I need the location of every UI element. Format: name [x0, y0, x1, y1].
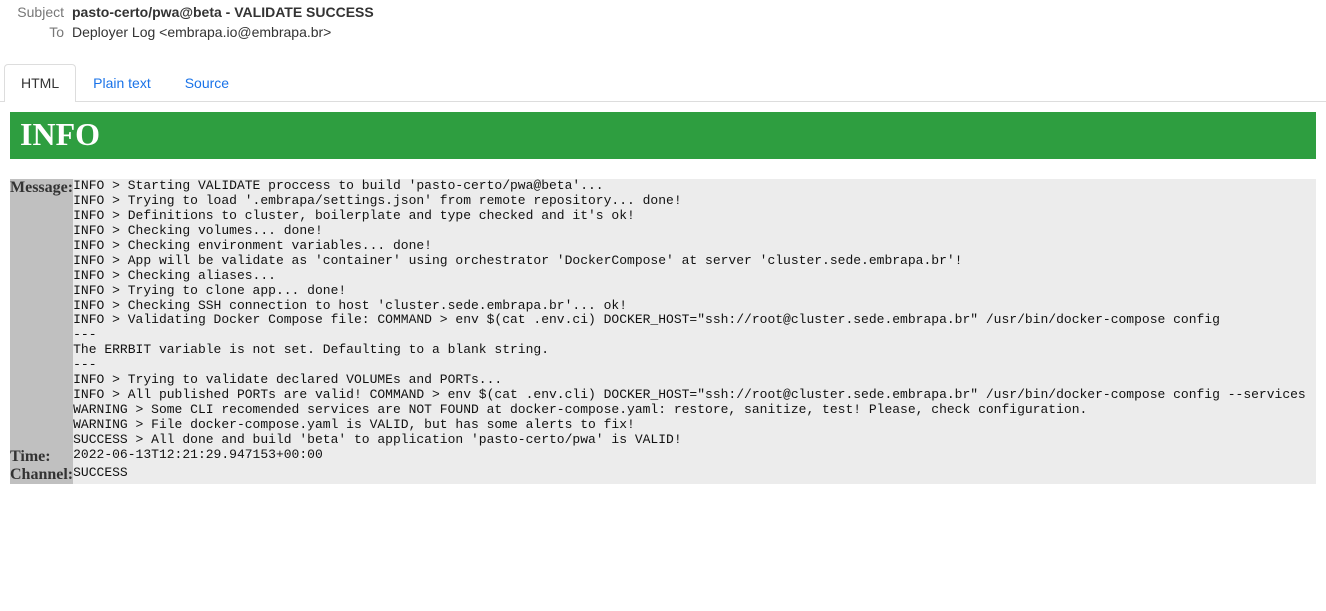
message-row: Message: INFO > Starting VALIDATE procce… [10, 179, 1316, 448]
tab-source[interactable]: Source [168, 64, 246, 101]
to-label: To [8, 24, 64, 40]
channel-value: SUCCESS [73, 466, 1316, 484]
time-row: Time: 2022-06-13T12:21:29.947153+00:00 [10, 448, 1316, 466]
message-value: INFO > Starting VALIDATE proccess to bui… [73, 179, 1316, 448]
email-content: INFO Message: INFO > Starting VALIDATE p… [0, 102, 1326, 494]
channel-row: Channel: SUCCESS [10, 466, 1316, 484]
to-row: To Deployer Log <embrapa.io@embrapa.br> [8, 24, 1318, 40]
time-value: 2022-06-13T12:21:29.947153+00:00 [73, 448, 1316, 466]
info-banner: INFO [10, 112, 1316, 159]
time-label: Time: [10, 448, 73, 466]
view-tabs: HTML Plain text Source [0, 64, 1326, 102]
subject-value: pasto-certo/pwa@beta - VALIDATE SUCCESS [72, 4, 374, 20]
subject-row: Subject pasto-certo/pwa@beta - VALIDATE … [8, 4, 1318, 20]
tab-html[interactable]: HTML [4, 64, 76, 102]
tab-plain-text[interactable]: Plain text [76, 64, 168, 101]
email-header: Subject pasto-certo/pwa@beta - VALIDATE … [0, 0, 1326, 54]
to-value: Deployer Log <embrapa.io@embrapa.br> [72, 24, 331, 40]
channel-label: Channel: [10, 466, 73, 484]
message-label: Message: [10, 179, 73, 448]
subject-label: Subject [8, 4, 64, 20]
log-table: Message: INFO > Starting VALIDATE procce… [10, 179, 1316, 484]
